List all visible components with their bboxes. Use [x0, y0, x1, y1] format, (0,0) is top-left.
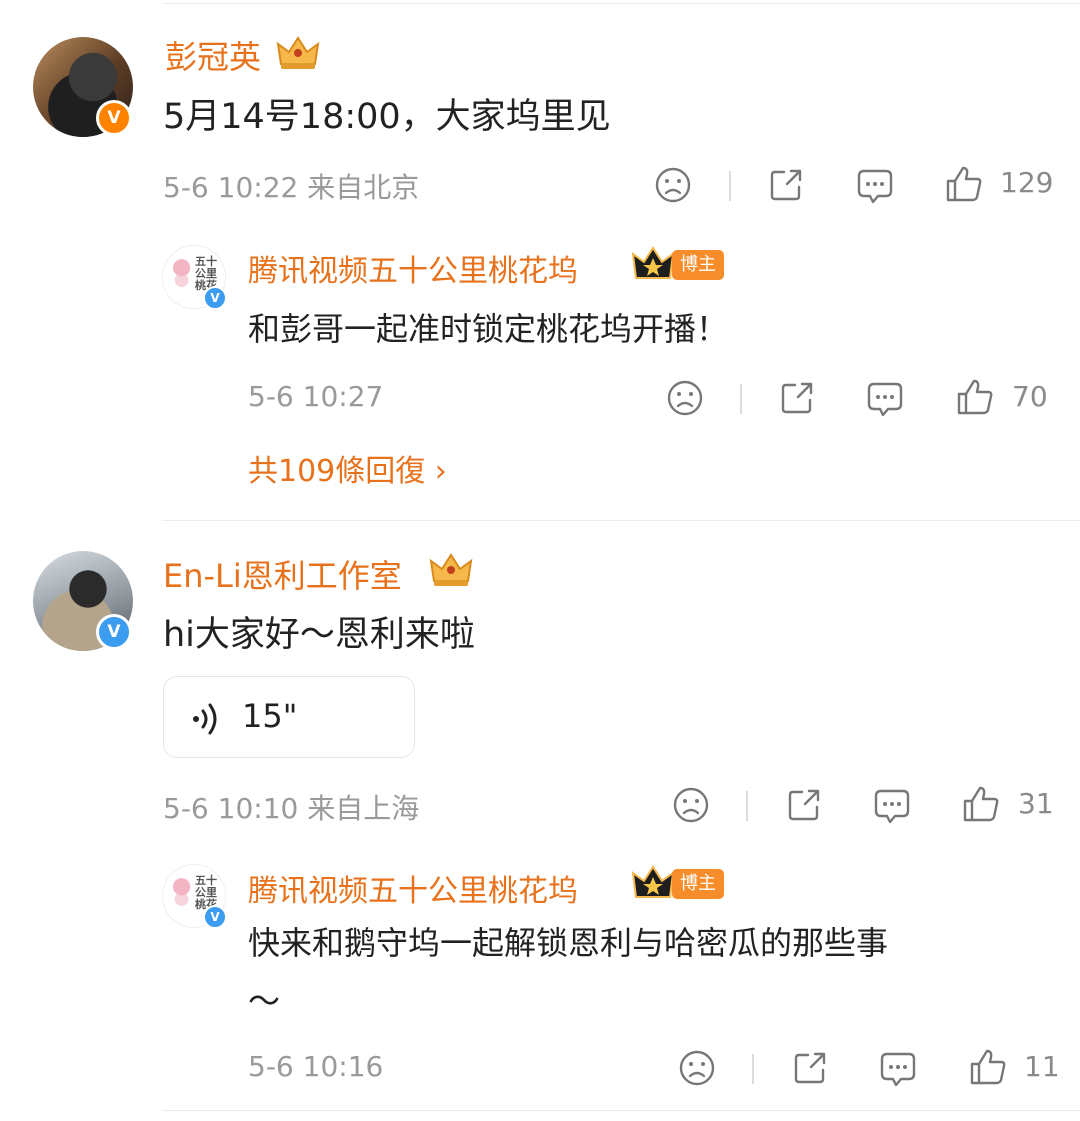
- comment-meta: 5-6 10:22 来自北京: [163, 171, 420, 204]
- reply-author[interactable]: 腾讯视频五十公里桃花坞: [248, 246, 578, 290]
- like-count: 11: [1024, 1050, 1060, 1083]
- share-icon[interactable]: [785, 786, 823, 824]
- more-replies-link[interactable]: 共109條回復 ›: [248, 446, 447, 490]
- reply-text-line-1: 快来和鹅守坞一起解锁恩利与哈密瓜的那些事: [248, 924, 889, 962]
- verified-blue-icon: V: [96, 614, 132, 650]
- voice-duration: 15": [242, 697, 298, 735]
- comment-icon[interactable]: [873, 786, 911, 826]
- comment-author[interactable]: En-Li恩利工作室: [163, 551, 402, 597]
- comment-author[interactable]: 彭冠英: [165, 32, 261, 78]
- comment-icon[interactable]: [856, 166, 894, 206]
- vip-crown-icon: [276, 36, 320, 69]
- top-divider: [162, 3, 1080, 4]
- comment-meta: 5-6 10:10 来自上海: [163, 792, 420, 825]
- like-thumb-icon[interactable]: [955, 377, 995, 417]
- verified-orange-icon: V: [96, 100, 132, 136]
- crown-icon: [631, 246, 675, 279]
- share-icon[interactable]: [778, 379, 816, 417]
- like-count: 70: [1012, 380, 1048, 413]
- comment-text: 5月14号18:00，大家坞里见: [163, 97, 611, 137]
- blogger-badge: 博主: [672, 869, 724, 899]
- bottom-divider: [162, 1110, 1080, 1111]
- action-separator: [746, 791, 748, 821]
- comment-icon[interactable]: [879, 1049, 917, 1089]
- share-icon[interactable]: [791, 1049, 829, 1087]
- reply-author[interactable]: 腾讯视频五十公里桃花坞: [248, 866, 578, 910]
- like-count: 129: [1000, 166, 1054, 199]
- verified-blue-icon: V: [203, 286, 227, 310]
- action-separator: [752, 1054, 754, 1084]
- reply-text-line-2: ～: [248, 982, 281, 1020]
- like-thumb-icon[interactable]: [961, 784, 1001, 824]
- action-separator: [740, 384, 742, 414]
- reply-meta: 5-6 10:16: [248, 1050, 384, 1083]
- dislike-face-icon[interactable]: [654, 166, 692, 204]
- dislike-face-icon[interactable]: [672, 786, 710, 824]
- dislike-face-icon[interactable]: [666, 379, 704, 417]
- blogger-badge: 博主: [672, 250, 724, 280]
- crown-icon: [631, 865, 675, 898]
- reply-text: 和彭哥一起准时锁定桃花坞开播！: [248, 310, 729, 348]
- like-thumb-icon[interactable]: [968, 1047, 1008, 1087]
- like-thumb-icon[interactable]: [944, 164, 984, 204]
- like-count: 31: [1018, 787, 1054, 820]
- verified-blue-icon: V: [203, 905, 227, 929]
- share-icon[interactable]: [767, 166, 805, 204]
- dislike-face-icon[interactable]: [678, 1049, 716, 1087]
- voice-wave-icon: [193, 703, 217, 735]
- comment-text: hi大家好～恩利来啦: [163, 615, 475, 655]
- comment-icon[interactable]: [866, 379, 904, 419]
- comment-divider: [162, 520, 1080, 521]
- vip-crown-icon: [429, 553, 473, 586]
- reply-meta: 5-6 10:27: [248, 380, 384, 413]
- action-separator: [729, 171, 731, 201]
- voice-message[interactable]: 15": [163, 676, 415, 758]
